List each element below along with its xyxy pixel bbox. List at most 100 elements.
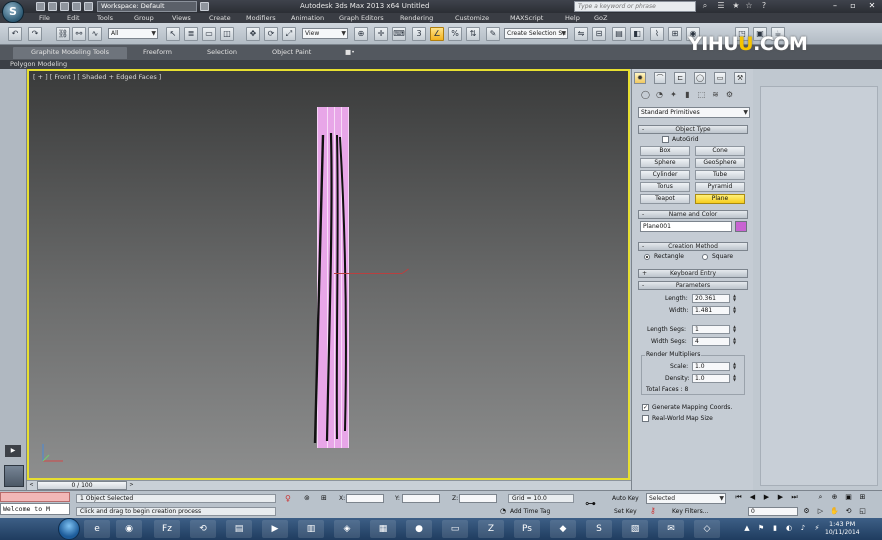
snaps-toggle-icon[interactable]: 3 — [412, 27, 426, 41]
menu-maxscript[interactable]: MAXScript — [510, 13, 543, 23]
mirror-icon[interactable]: ⇋ — [574, 27, 588, 41]
selection-filter-select[interactable]: All ▼ — [108, 28, 158, 39]
object-name-field[interactable]: Plane001 — [640, 221, 732, 232]
tray-app-icon[interactable]: ◐ — [784, 523, 794, 533]
bind-space-warp-icon[interactable]: ∿ — [88, 27, 102, 41]
set-key-mode-icon[interactable]: ⊶ — [585, 497, 596, 510]
viewport-label[interactable]: [ + ] [ Front ] [ Shaded + Edged Faces ] — [33, 73, 161, 81]
pyramid-button[interactable]: Pyramid — [695, 182, 745, 192]
zoom-all-icon[interactable]: ⊕ — [830, 493, 839, 502]
viewport-thumbnail[interactable] — [4, 465, 24, 487]
select-object-icon[interactable]: ↖ — [166, 27, 180, 41]
chrome-icon[interactable]: ◉ — [116, 520, 142, 538]
keyboard-entry-rollout[interactable]: + Keyboard Entry — [638, 269, 748, 278]
scale-spinner[interactable]: 1.0 — [692, 362, 730, 371]
width-spinner[interactable]: 1.481 — [692, 306, 730, 315]
zoom-extents-all-icon[interactable]: ⊞ — [858, 493, 867, 502]
pan-view-icon[interactable]: ✋ — [830, 507, 839, 516]
space-warps-icon[interactable]: ≋ — [710, 89, 721, 100]
sphere-button[interactable]: Sphere — [640, 158, 690, 168]
window-crossing-icon[interactable]: ◫ — [220, 27, 234, 41]
redo-icon[interactable]: ↷ — [28, 27, 42, 41]
3dsmax-taskbar-icon[interactable]: S — [586, 520, 612, 538]
menu-modifiers[interactable]: Modifiers — [246, 13, 276, 23]
layer-manager-icon[interactable]: ▤ — [612, 27, 626, 41]
set-key-button[interactable]: Set Key — [614, 508, 637, 515]
length-spinner[interactable]: 20.361 — [692, 294, 730, 303]
menu-edit[interactable]: Edit — [67, 13, 80, 23]
auto-key-button[interactable]: Auto Key — [612, 495, 639, 502]
key-filters-button[interactable]: Key Filters... — [672, 508, 709, 515]
tray-network-icon[interactable]: ▮ — [770, 523, 780, 533]
file-explorer-icon[interactable]: ▤ — [226, 520, 252, 538]
width-segs-arrows-icon[interactable]: ▲ ▼ — [732, 337, 737, 346]
teapot-button[interactable]: Teapot — [640, 194, 690, 204]
plane-button[interactable]: Plane — [695, 194, 745, 204]
select-and-rotate-icon[interactable]: ⟳ — [264, 27, 278, 41]
unity-icon[interactable]: ◇ — [694, 520, 720, 538]
monitor-app-icon[interactable]: ▭ — [442, 520, 468, 538]
motion-tab-icon[interactable]: ◯ — [694, 72, 706, 84]
geometry-icon[interactable]: ◯ — [640, 89, 651, 100]
parameters-rollout[interactable]: - Parameters — [638, 281, 748, 290]
tray-power-icon[interactable]: ⚡ — [812, 523, 822, 533]
help-search-input[interactable]: Type a keyword or phrase — [574, 1, 696, 12]
app-icon-e[interactable]: ✉ — [658, 520, 684, 538]
maxscript-listener[interactable]: Welcome to M — [0, 503, 70, 515]
start-button[interactable] — [58, 518, 80, 540]
square-radio[interactable] — [702, 254, 708, 260]
rectangle-radio[interactable] — [644, 254, 650, 260]
ribbon-options-icon[interactable]: ■• — [345, 47, 355, 57]
workspace-dropdown-icon[interactable] — [200, 2, 209, 11]
shapes-icon[interactable]: ◔ — [654, 89, 665, 100]
photoshop-icon[interactable]: Ps — [514, 520, 540, 538]
z-coord-input[interactable] — [459, 494, 497, 503]
menu-customize[interactable]: Customize — [455, 13, 489, 23]
undo-icon[interactable]: ↶ — [8, 27, 22, 41]
keyboard-shortcut-override-icon[interactable]: ⌨ — [392, 27, 406, 41]
menu-tools[interactable]: Tools — [97, 13, 113, 23]
filezilla-icon[interactable]: Fz — [154, 520, 180, 538]
cylinder-button[interactable]: Cylinder — [640, 170, 690, 180]
binoculars-icon[interactable]: ⌕ — [700, 1, 710, 11]
front-viewport[interactable]: [ + ] [ Front ] [ Shaded + Edged Faces ] — [27, 69, 630, 480]
clock-date[interactable]: 10/11/2014 — [825, 529, 860, 536]
density-spinner[interactable]: 1.0 — [692, 374, 730, 383]
graphite-toggle-icon[interactable]: ◧ — [630, 27, 644, 41]
dropbox-icon[interactable]: ◈ — [334, 520, 360, 538]
autogrid-checkbox[interactable] — [662, 136, 669, 143]
scale-spinner-arrows-icon[interactable]: ▲ ▼ — [732, 362, 737, 371]
cone-button[interactable]: Cone — [695, 146, 745, 156]
display-tab-icon[interactable]: ▭ — [714, 72, 726, 84]
current-frame-field[interactable]: 0 — [748, 507, 798, 516]
app-icon-b[interactable]: ● — [406, 520, 432, 538]
length-segs-spinner[interactable]: 1 — [692, 325, 730, 334]
orbit-icon[interactable]: ⟲ — [844, 507, 853, 516]
menu-graph-editors[interactable]: Graph Editors — [339, 13, 384, 23]
cameras-icon[interactable]: ▮ — [682, 89, 693, 100]
hierarchy-tab-icon[interactable]: ⊏ — [674, 72, 686, 84]
zoom-icon[interactable]: ⌕ — [816, 493, 825, 502]
create-tab-icon[interactable]: ✹ — [634, 72, 646, 84]
time-next-icon[interactable]: > — [128, 482, 135, 489]
tray-flag-icon[interactable]: ⚑ — [756, 523, 766, 533]
clock-time[interactable]: 1:43 PM — [829, 520, 855, 528]
menu-help[interactable]: Help — [565, 13, 580, 23]
edit-named-selection-icon[interactable]: ✎ — [486, 27, 500, 41]
angle-snap-icon[interactable]: ∠ — [430, 27, 444, 41]
app-icon-a[interactable]: ▦ — [370, 520, 396, 538]
length-spinner-arrows-icon[interactable]: ▲ ▼ — [732, 294, 737, 303]
workspace-select[interactable]: Workspace: Default — [97, 1, 197, 12]
percent-snap-icon[interactable]: % — [448, 27, 462, 41]
x-coord-input[interactable] — [346, 494, 384, 503]
add-time-tag[interactable]: Add Time Tag — [510, 508, 550, 515]
expand-viewport-icon[interactable]: ▶ — [5, 445, 21, 457]
primitive-category-select[interactable]: Standard Primitives ▼ — [638, 107, 750, 118]
object-type-rollout[interactable]: - Object Type — [638, 125, 748, 134]
key-icon[interactable]: ⚷ — [650, 506, 656, 515]
y-coord-input[interactable] — [402, 494, 440, 503]
time-configuration-icon[interactable]: ⚙ — [802, 507, 811, 516]
time-slider-thumb[interactable]: 0 / 100 — [37, 481, 127, 490]
next-frame-icon[interactable]: ▶ — [776, 493, 785, 502]
app-icon-d[interactable]: ▧ — [622, 520, 648, 538]
